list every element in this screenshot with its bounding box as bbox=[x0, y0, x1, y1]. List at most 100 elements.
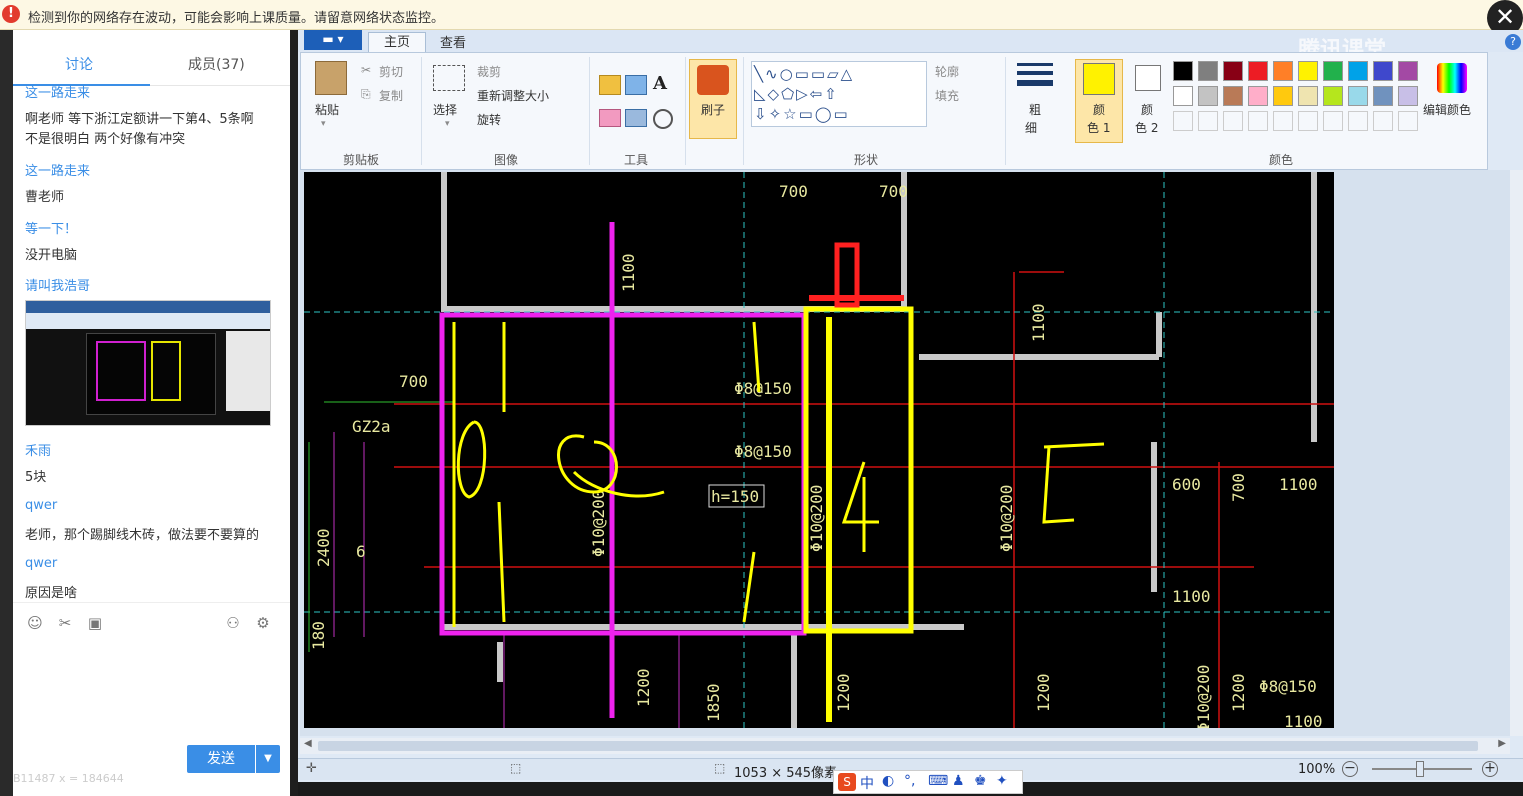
shapes-gallery[interactable]: ╲∿○▭▭▱△ ◺◇⬠▷⇦⇧ ⇩✧☆▭◯▭ bbox=[751, 61, 927, 127]
palette-swatch[interactable] bbox=[1273, 86, 1293, 106]
resize-button[interactable]: 重新调整大小 bbox=[477, 87, 549, 104]
palette-swatch[interactable] bbox=[1398, 61, 1418, 81]
palette-swatch[interactable] bbox=[1373, 86, 1393, 106]
palette-swatch[interactable] bbox=[1198, 86, 1218, 106]
palette-swatch[interactable] bbox=[1373, 61, 1393, 81]
voice-icon[interactable]: ♟ bbox=[952, 773, 965, 789]
ime-mode-icon[interactable]: 中 bbox=[860, 773, 874, 793]
outline-button[interactable]: 轮廓 bbox=[935, 63, 959, 80]
fill-button[interactable]: 填充 bbox=[935, 87, 959, 104]
custom-palette-slot[interactable] bbox=[1348, 111, 1368, 131]
eraser-icon[interactable] bbox=[599, 109, 621, 127]
vertical-scrollbar[interactable] bbox=[1510, 170, 1523, 736]
select-button[interactable]: 选择 bbox=[433, 101, 457, 118]
skin-icon[interactable]: ♚ bbox=[974, 773, 987, 789]
cad-label: Φ8@150 bbox=[1259, 677, 1317, 696]
tab-discuss[interactable]: 讨论 bbox=[65, 54, 93, 74]
cad-drawing: 700 700 700 GZ2a 1100 Φ8@150 Φ8@150 h=150 Φ10@20… bbox=[304, 172, 1334, 728]
tools-icon[interactable]: ✦ bbox=[996, 773, 1008, 789]
horizontal-scrollbar[interactable]: ◀ ▶ bbox=[300, 738, 1510, 754]
paste-button[interactable]: 粘贴 bbox=[315, 101, 339, 118]
scroll-right-icon[interactable]: ▶ bbox=[1498, 738, 1506, 749]
ribbon-tabs: ▬ ▾ 主页 查看 腾讯课堂 ? bbox=[298, 30, 1523, 63]
image-dimensions: 1053 × 545像素 bbox=[734, 766, 838, 781]
paint-window: ▬ ▾ 主页 查看 腾讯课堂 ? 粘贴 ▾ ✂ 剪切 ⎘ 复制 剪贴板 选择 ▾… bbox=[298, 30, 1523, 796]
palette-swatch[interactable] bbox=[1173, 61, 1193, 81]
ime-toolbar[interactable]: S 中 ◐ °, ⌨ ♟ ♚ ✦ bbox=[833, 770, 1023, 794]
palette-swatch[interactable] bbox=[1198, 61, 1218, 81]
zoom-level: 100% bbox=[1298, 762, 1336, 777]
edit-colors-button[interactable]: 编辑颜色 bbox=[1423, 101, 1471, 118]
message-author: 这一路走来 bbox=[25, 164, 91, 179]
pencil-icon[interactable] bbox=[599, 75, 621, 95]
tab-members[interactable]: 成员(37) bbox=[188, 54, 245, 74]
custom-palette-slot[interactable] bbox=[1373, 111, 1393, 131]
palette-swatch[interactable] bbox=[1348, 86, 1368, 106]
cad-label: Φ8@150 bbox=[734, 442, 792, 461]
custom-palette-slot[interactable] bbox=[1398, 111, 1418, 131]
keyboard-icon[interactable]: ⌨ bbox=[928, 773, 948, 789]
palette-swatch[interactable] bbox=[1298, 86, 1318, 106]
palette-swatch[interactable] bbox=[1173, 86, 1193, 106]
handwritten-one bbox=[456, 420, 487, 499]
color2-swatch[interactable] bbox=[1135, 65, 1161, 91]
palette-swatch[interactable] bbox=[1248, 61, 1268, 81]
cad-label: 1200 bbox=[634, 668, 653, 707]
drawing-canvas[interactable]: 700 700 700 GZ2a 1100 Φ8@150 Φ8@150 h=150 Φ10@20… bbox=[304, 172, 1334, 728]
palette-swatch[interactable] bbox=[1223, 86, 1243, 106]
send-button[interactable]: 发送 bbox=[187, 745, 255, 773]
tab-home[interactable]: 主页 bbox=[368, 32, 426, 54]
palette-swatch[interactable] bbox=[1248, 86, 1268, 106]
palette-swatch[interactable] bbox=[1298, 61, 1318, 81]
custom-palette-slot[interactable] bbox=[1173, 111, 1193, 131]
cad-label: 6 bbox=[356, 542, 366, 561]
palette-swatch[interactable] bbox=[1273, 61, 1293, 81]
ime-symbol-icon[interactable]: °, bbox=[904, 773, 915, 789]
size-button[interactable]: 粗 bbox=[1029, 101, 1041, 118]
send-options-chevron-icon[interactable]: ▼ bbox=[256, 745, 280, 773]
palette-swatch[interactable] bbox=[1323, 61, 1343, 81]
message-text: 不是很明白 两个好像有冲突 bbox=[25, 132, 186, 147]
emoji-icon[interactable]: ☺ bbox=[25, 613, 45, 633]
cad-label: 180 bbox=[309, 621, 328, 650]
tab-view[interactable]: 查看 bbox=[440, 32, 466, 51]
custom-palette-slot[interactable] bbox=[1248, 111, 1268, 131]
text-tool-icon[interactable]: A bbox=[653, 73, 667, 94]
zoom-slider-thumb[interactable] bbox=[1416, 761, 1424, 777]
scroll-thumb[interactable] bbox=[318, 741, 1478, 751]
color1-swatch bbox=[1083, 63, 1115, 95]
custom-palette-slot[interactable] bbox=[1273, 111, 1293, 131]
crop-button[interactable]: 裁剪 bbox=[477, 63, 501, 80]
zoom-out-button[interactable]: − bbox=[1342, 761, 1358, 777]
ime-punct-icon[interactable]: ◐ bbox=[882, 773, 894, 789]
custom-palette-slot[interactable] bbox=[1223, 111, 1243, 131]
canvas-area: 700 700 700 GZ2a 1100 Φ8@150 Φ8@150 h=150 Φ10@20… bbox=[300, 170, 1510, 736]
brush-icon bbox=[697, 65, 729, 95]
cad-label: GZ2a bbox=[352, 417, 391, 436]
palette-swatch[interactable] bbox=[1223, 61, 1243, 81]
select-dropdown-icon[interactable]: ▾ bbox=[445, 119, 450, 129]
sogou-icon[interactable]: S bbox=[838, 773, 856, 791]
palette-swatch[interactable] bbox=[1323, 86, 1343, 106]
custom-palette-slot[interactable] bbox=[1298, 111, 1318, 131]
palette-swatch[interactable] bbox=[1348, 61, 1368, 81]
scissors-icon[interactable]: ✂ bbox=[55, 613, 75, 633]
copy-button[interactable]: 复制 bbox=[379, 87, 403, 104]
paste-dropdown-icon[interactable]: ▾ bbox=[321, 119, 326, 129]
color-picker-icon[interactable] bbox=[625, 109, 647, 127]
members-icon[interactable]: ⚇ bbox=[223, 613, 243, 633]
settings-icon[interactable]: ⚙ bbox=[253, 613, 273, 633]
zoom-in-button[interactable]: + bbox=[1482, 761, 1498, 777]
image-icon[interactable]: ▣ bbox=[85, 613, 105, 633]
rotate-button[interactable]: 旋转 bbox=[477, 111, 501, 128]
scroll-left-icon[interactable]: ◀ bbox=[304, 738, 312, 749]
custom-palette-slot[interactable] bbox=[1198, 111, 1218, 131]
shared-screenshot-thumbnail[interactable] bbox=[25, 300, 271, 426]
fill-bucket-icon[interactable] bbox=[625, 75, 647, 95]
custom-palette-slot[interactable] bbox=[1323, 111, 1343, 131]
magnifier-icon[interactable] bbox=[653, 109, 673, 129]
file-menu-button[interactable]: ▬ ▾ bbox=[304, 30, 362, 50]
palette-swatch[interactable] bbox=[1398, 86, 1418, 106]
cut-button[interactable]: 剪切 bbox=[379, 63, 403, 80]
help-icon[interactable]: ? bbox=[1505, 34, 1521, 50]
